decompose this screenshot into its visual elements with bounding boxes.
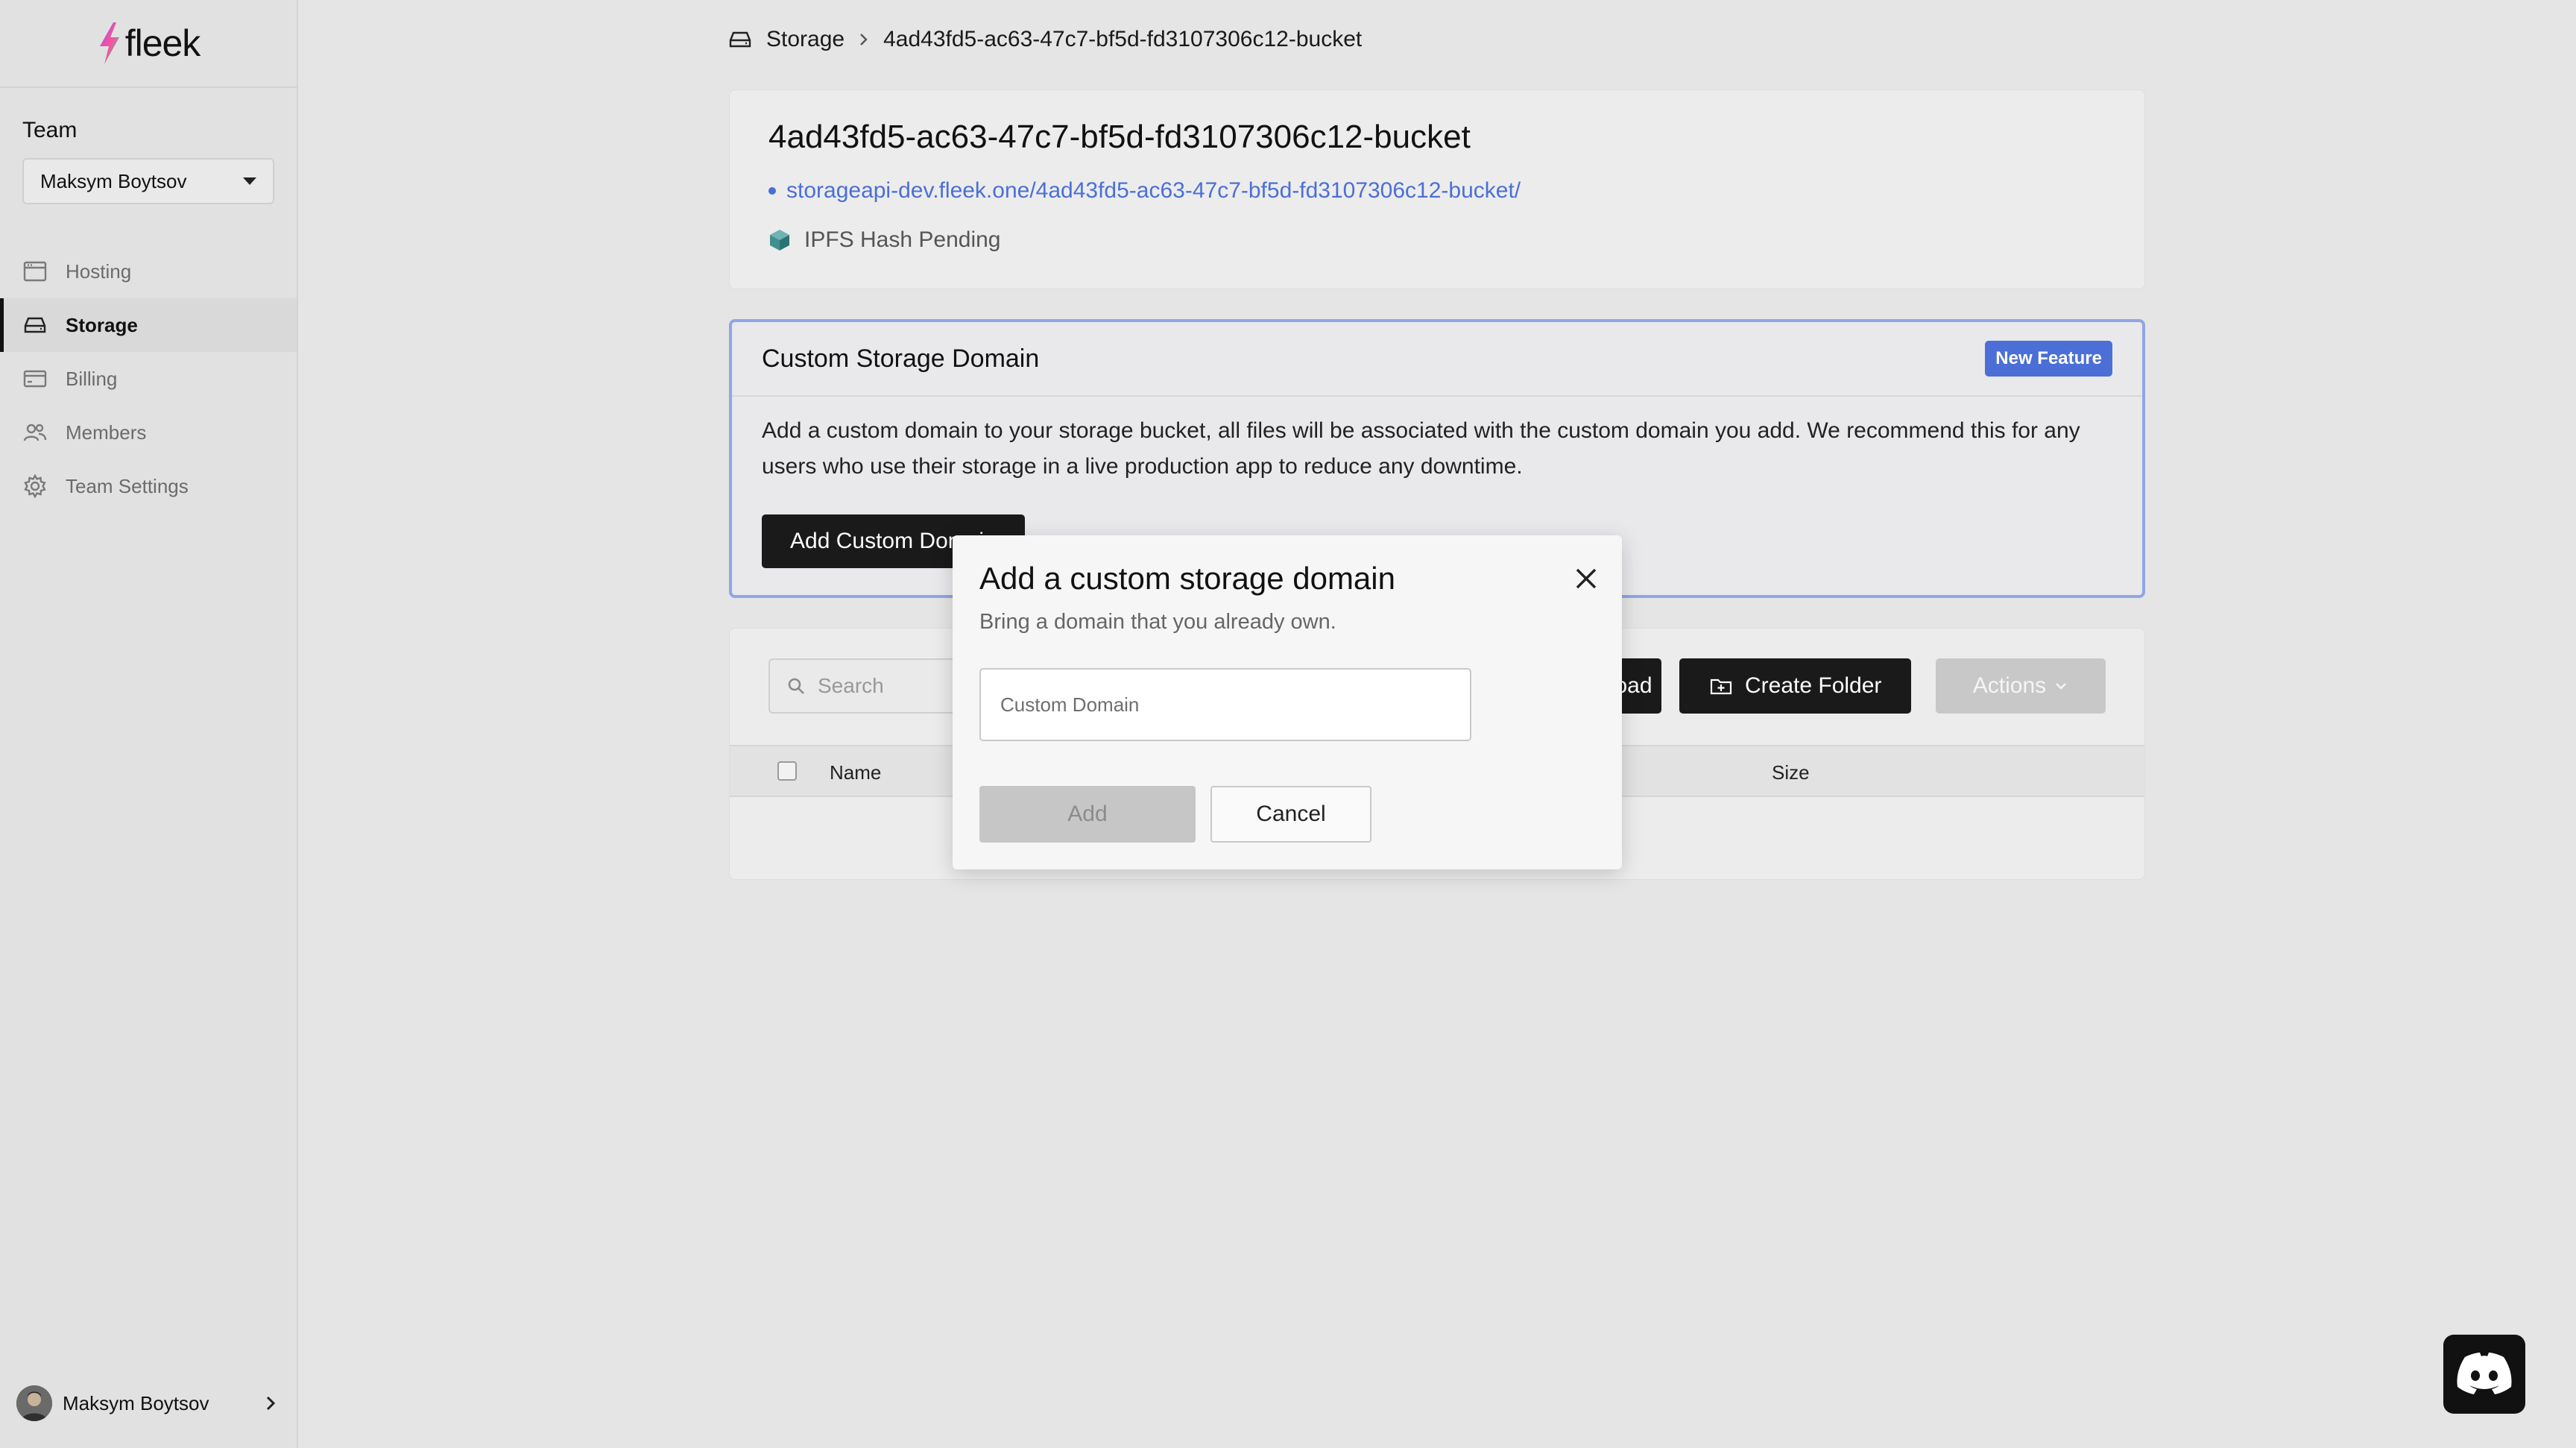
column-header-name[interactable]: Name [830, 761, 881, 784]
sidebar-item-label: Team Settings [66, 474, 189, 497]
custom-domain-input[interactable] [979, 668, 1471, 741]
dialog-subtitle: Bring a domain that you already own. [979, 610, 1336, 634]
chevron-right-icon [858, 31, 870, 48]
breadcrumb-storage-link[interactable]: Storage [766, 27, 845, 52]
dialog-add-button[interactable]: Add [979, 786, 1196, 843]
chevron-right-icon [264, 1394, 277, 1412]
lightning-logo-icon [97, 21, 122, 66]
bucket-url-text: storageapi-dev.fleek.one/4ad43fd5-ac63-4… [786, 178, 1521, 203]
search-placeholder: Search [818, 674, 884, 697]
gear-icon [22, 473, 49, 500]
user-name: Maksym Boytsov [63, 1391, 209, 1414]
discord-icon [2455, 1351, 2514, 1397]
new-feature-badge: New Feature [1985, 341, 2112, 377]
credit-card-icon [22, 365, 49, 392]
create-folder-label: Create Folder [1745, 673, 1882, 698]
sidebar-item-team-settings[interactable]: Team Settings [0, 459, 297, 513]
create-folder-button[interactable]: Create Folder [1679, 658, 1912, 714]
bucket-info-card: 4ad43fd5-ac63-47c7-bf5d-fd3107306c12-buc… [729, 89, 2145, 289]
dialog-cancel-button[interactable]: Cancel [1210, 786, 1371, 843]
select-all-checkbox[interactable] [777, 761, 797, 781]
drive-icon [727, 28, 753, 51]
team-label: Team [22, 118, 78, 142]
avatar [16, 1385, 52, 1421]
sidebar-item-billing[interactable]: Billing [0, 352, 297, 406]
custom-domain-description: Add a custom domain to your storage buck… [762, 418, 2080, 479]
search-icon [786, 676, 806, 696]
sidebar-item-label: Storage [66, 313, 138, 336]
column-header-size[interactable]: Size [1772, 761, 1810, 784]
sidebar-nav: Hosting Storage Billing Members Team Set… [0, 245, 297, 513]
breadcrumb-current: 4ad43fd5-ac63-47c7-bf5d-fd3107306c12-buc… [883, 27, 1363, 51]
caret-down-icon [243, 177, 256, 185]
actions-dropdown-button[interactable]: Actions [1936, 658, 2106, 714]
people-icon [22, 419, 49, 446]
chevron-down-icon [2053, 681, 2068, 691]
team-select-value: Maksym Boytsov [40, 169, 187, 192]
browser-window-icon [22, 258, 49, 285]
custom-domain-title: Custom Storage Domain [762, 344, 1040, 373]
custom-domain-header: Custom Storage Domain New Feature [732, 322, 2142, 397]
sidebar-item-label: Hosting [66, 259, 132, 283]
sidebar-item-label: Members [66, 421, 147, 444]
close-icon[interactable] [1571, 564, 1601, 594]
cube-icon [768, 228, 791, 252]
sidebar-item-storage[interactable]: Storage [0, 298, 297, 352]
sidebar-item-hosting[interactable]: Hosting [0, 245, 297, 298]
drive-icon [22, 312, 49, 339]
bucket-title: 4ad43fd5-ac63-47c7-bf5d-fd3107306c12-buc… [768, 119, 1471, 155]
logo-text: fleek [124, 22, 201, 64]
ipfs-status: IPFS Hash Pending [768, 227, 1000, 253]
team-select[interactable]: Maksym Boytsov [22, 158, 274, 204]
logo[interactable]: fleek [0, 0, 297, 88]
user-menu[interactable]: Maksym Boytsov [16, 1381, 285, 1426]
dialog-title: Add a custom storage domain [979, 561, 1395, 596]
ipfs-status-text: IPFS Hash Pending [804, 227, 1001, 252]
breadcrumb: Storage 4ad43fd5-ac63-47c7-bf5d-fd310730… [727, 27, 1362, 52]
bucket-url-link[interactable]: storageapi-dev.fleek.one/4ad43fd5-ac63-4… [768, 178, 1521, 204]
sidebar-item-members[interactable]: Members [0, 406, 297, 459]
actions-label: Actions [1972, 673, 2047, 698]
sidebar-item-label: Billing [66, 367, 118, 390]
status-dot-icon [768, 187, 776, 195]
folder-plus-icon [1709, 676, 1733, 696]
add-custom-domain-dialog: Add a custom storage domain Bring a doma… [953, 535, 1622, 869]
discord-chat-button[interactable] [2443, 1335, 2525, 1414]
sidebar: fleek Team Maksym Boytsov Hosting Storag [0, 0, 298, 1448]
